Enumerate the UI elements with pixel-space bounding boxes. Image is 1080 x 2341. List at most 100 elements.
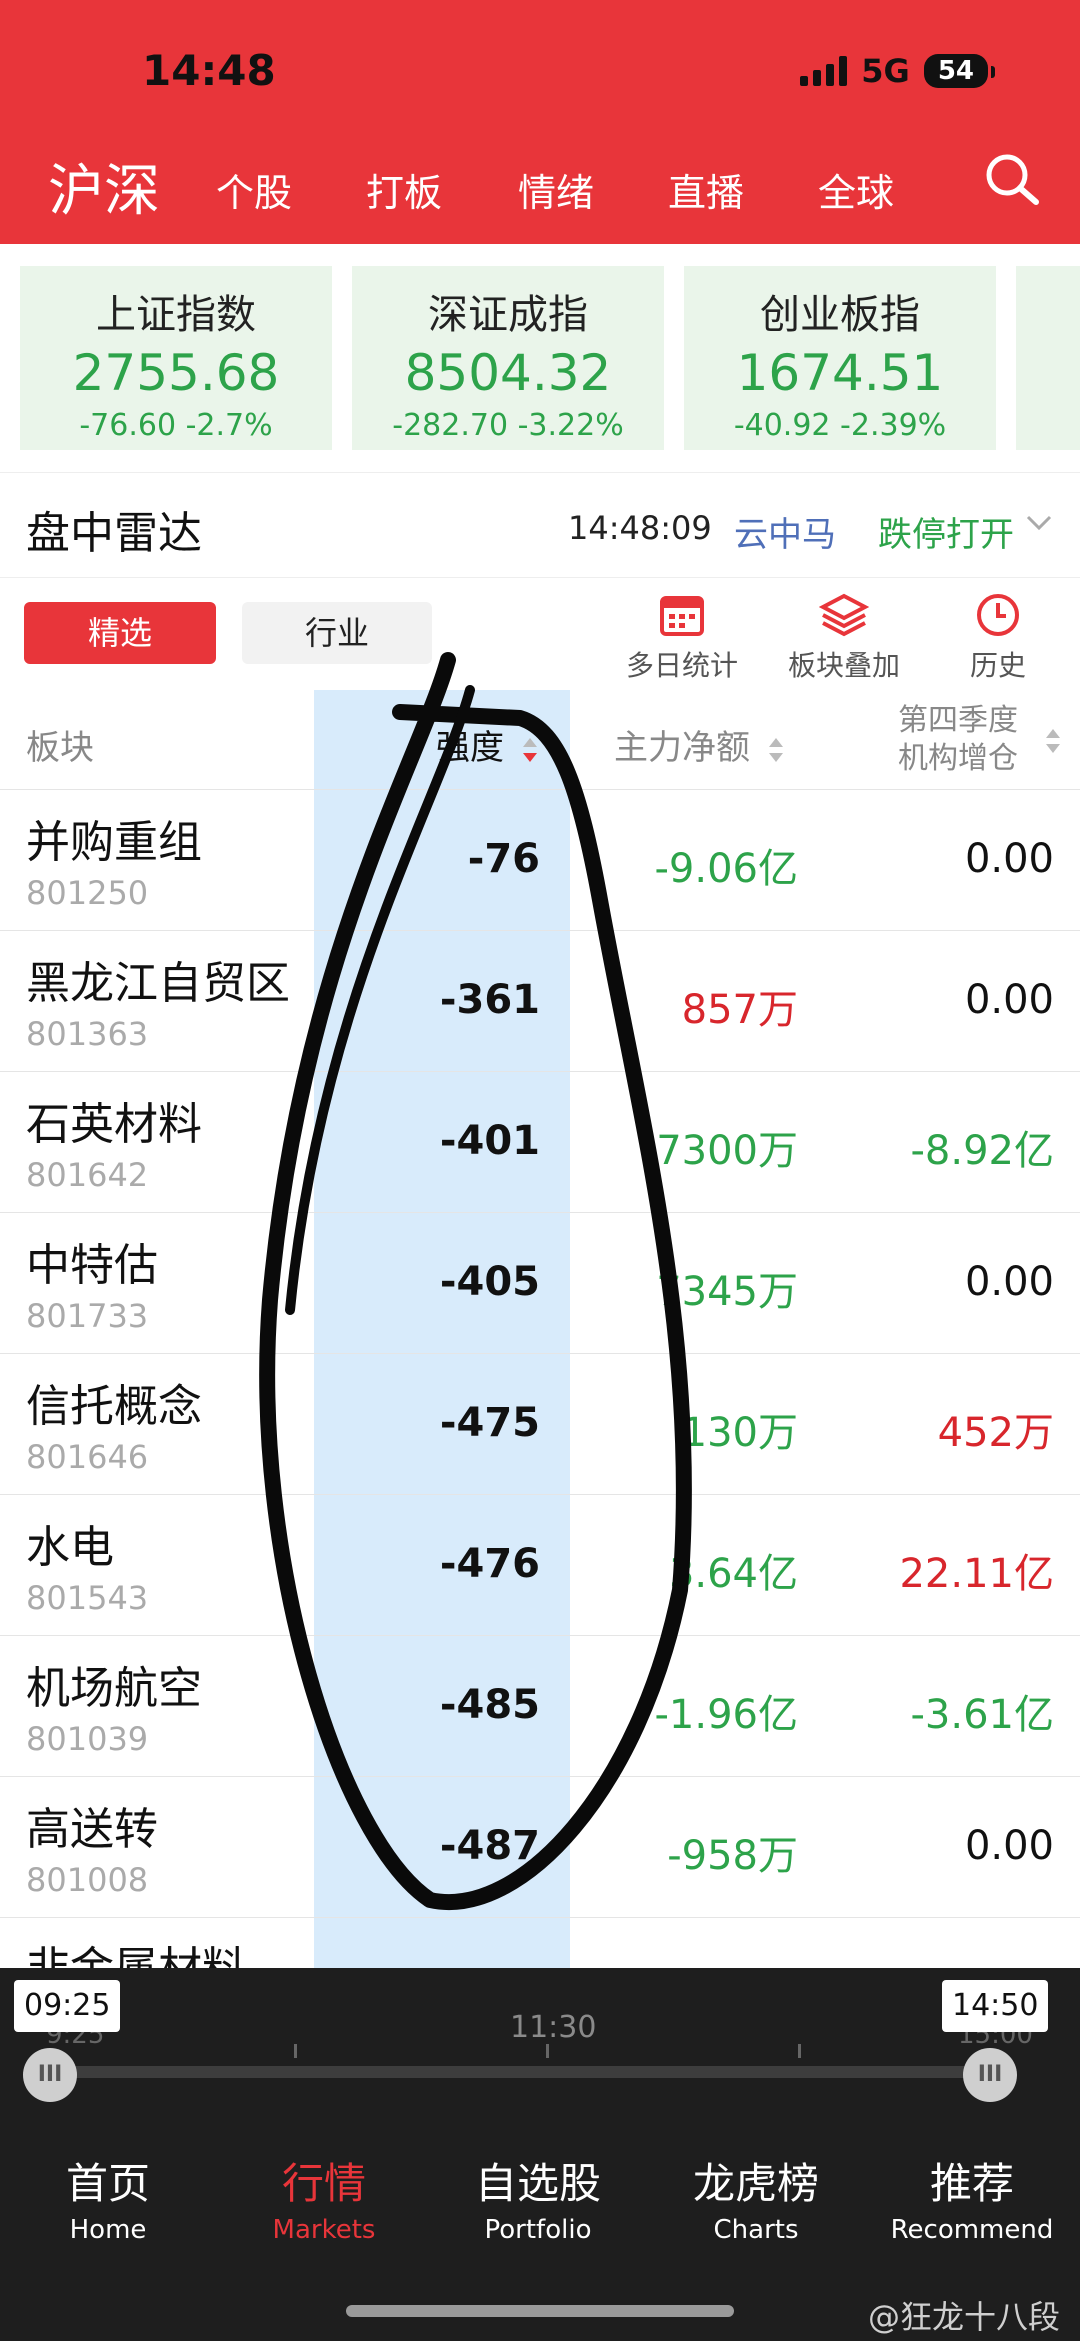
row-sector-name: 高送转 [26,1804,158,1855]
header-q4-institutional[interactable]: 第四季度 机构增仓 [898,702,1018,778]
row-sector-name: 水电 [26,1522,114,1573]
bottom-nav-label: 推荐 [929,2159,1014,2208]
table-row[interactable]: 中特估 801733 -405 7345万 0.00 [0,1213,1080,1354]
bottom-nav-sublabel: Recommend [890,2215,1054,2245]
bottom-nav-sublabel: Home [69,2215,147,2245]
radar-title: 盘中雷达 [26,508,202,559]
timeline-mid-label: 11:30 [510,2010,597,2045]
signal-icon [800,56,848,86]
status-indicators: 5G 54 [800,52,996,90]
multi-day-stats-button[interactable]: 多日统计 [626,592,738,684]
row-q4-change: -3.61亿 [910,1692,1055,1738]
row-strength: -76 [467,836,540,882]
timeline-start-handle[interactable]: III [23,2048,77,2102]
battery-indicator: 54 [923,54,996,88]
table-row[interactable]: 信托概念 801646 -475 130万 452万 [0,1354,1080,1495]
radar-source-link[interactable]: 云中马 [734,507,836,556]
tool-label: 板块叠加 [788,649,901,682]
bottom-nav-recommend[interactable]: 推荐 Recommend [882,2150,1062,2245]
row-q4-change: 22.11亿 [899,1551,1054,1597]
row-strength: -476 [439,1541,540,1587]
table-row[interactable]: 机场航空 801039 -485 -1.96亿 -3.61亿 [0,1636,1080,1777]
history-button[interactable]: 历史 [970,592,1026,684]
table-header: 板块 强度 主力净额 第四季度 机构增仓 [0,690,1080,790]
row-strength: -487 [439,1823,540,1869]
index-name: 创业板指 [760,292,920,338]
time-slider[interactable]: 9:25 15:00 11:30 09:25 14:50 III III [0,1968,1080,2106]
row-strength: -485 [439,1682,540,1728]
nav-tab-live[interactable]: 直播 [668,162,744,217]
index-change: -282.70 -3.22% [392,408,624,443]
row-sector-code: 801543 [26,1579,149,1617]
index-cards: 上证指数 2755.68 -76.60 -2.7% 深证成指 8504.32 -… [0,244,1080,472]
sort-desc-icon [522,737,537,762]
bottom-nav-sublabel: Charts [713,2215,799,2245]
nav-tab-limitup[interactable]: 打板 [366,162,442,217]
row-net-flow: -7300万 [641,1128,798,1174]
radar-header: 盘中雷达 14:48:09 云中马 跌停打开 [0,472,1080,578]
header-strength[interactable]: 强度 [436,720,539,769]
radar-filter-dropdown[interactable]: 跌停打开 [878,507,1014,556]
market-nav: 沪深 个股 打板 情绪 直播 全球 [0,140,1080,224]
row-sector-code: 801733 [26,1297,149,1335]
index-card-shenzhen[interactable]: 深证成指 8504.32 -282.70 -3.22% [352,266,664,450]
bottom-nav-markets[interactable]: 行情 Markets [234,2150,414,2245]
row-q4-change: -8.92亿 [910,1128,1055,1174]
row-net-flow: 3.64亿 [668,1551,798,1597]
bottom-nav-home[interactable]: 首页 Home [18,2150,198,2245]
top-header: 14:48 5G 54 沪深 个股 打板 情绪 直播 全球 [0,0,1080,244]
index-card-partial[interactable] [1016,266,1080,450]
sector-overlay-button[interactable]: 板块叠加 [788,592,900,684]
header-net-flow[interactable]: 主力净额 [614,720,785,769]
bottom-nav-label: 自选股 [474,2159,601,2208]
index-value: 8504.32 [404,344,612,402]
filter-bar: 精选 行业 多日统计 板块叠加 历史 [0,578,1080,690]
network-type: 5G [861,52,910,90]
row-q4-change: 0.00 [964,977,1054,1023]
header-q4-line2: 机构增仓 [898,741,1018,776]
table-row[interactable]: 并购重组 801250 -76 -9.06亿 0.00 [0,790,1080,931]
chevron-down-icon[interactable] [1024,507,1054,537]
row-net-flow: -9.06亿 [654,846,799,892]
index-value: 2755.68 [72,344,280,402]
radar-time: 14:48:09 [568,509,712,547]
tab-featured[interactable]: 精选 [24,602,216,664]
bottom-nav-sublabel: Markets [272,2215,376,2245]
bottom-nav-label: 行情 [281,2159,366,2208]
table-row[interactable]: 黑龙江自贸区 801363 -361 857万 0.00 [0,931,1080,1072]
index-name: 深证成指 [428,292,588,338]
row-net-flow: 130万 [681,1410,798,1456]
table-row[interactable]: 高送转 801008 -487 -958万 0.00 [0,1777,1080,1918]
timeline-end-handle[interactable]: III [963,2048,1017,2102]
index-change: -40.92 -2.39% [733,408,947,443]
bottom-nav-label: 龙虎榜 [692,2159,819,2208]
timeline-start-label: 09:25 [14,1980,121,2032]
timeline-tick [294,2044,297,2058]
header-sector: 板块 [26,728,94,768]
nav-tab-stock[interactable]: 个股 [216,162,292,217]
row-sector-code: 801008 [26,1861,149,1899]
bottom-nav-portfolio[interactable]: 自选股 Portfolio [448,2150,628,2245]
bottom-nav-charts[interactable]: 龙虎榜 Charts [666,2150,846,2245]
table-row-partial[interactable]: 非金属材料 [0,1918,1080,1968]
header-strength-label: 强度 [436,728,504,768]
timeline-tick [798,2044,801,2058]
index-card-shanghai[interactable]: 上证指数 2755.68 -76.60 -2.7% [20,266,332,450]
search-icon[interactable] [982,150,1042,210]
row-sector-name: 石英材料 [26,1099,202,1150]
table-row[interactable]: 水电 801543 -476 3.64亿 22.11亿 [0,1495,1080,1636]
nav-tab-global[interactable]: 全球 [818,162,894,217]
tab-industry[interactable]: 行业 [242,602,432,664]
header-q4-line1: 第四季度 [898,703,1018,738]
row-net-flow: -1.96亿 [654,1692,799,1738]
row-sector-name: 黑龙江自贸区 [26,958,290,1009]
table-row[interactable]: 石英材料 801642 -401 -7300万 -8.92亿 [0,1072,1080,1213]
nav-tab-sentiment[interactable]: 情绪 [518,162,594,217]
index-card-chinext[interactable]: 创业板指 1674.51 -40.92 -2.39% [684,266,996,450]
nav-tab-hushen[interactable]: 沪深 [48,146,160,227]
row-net-flow: 7345万 [656,1269,798,1315]
sort-icon [768,737,783,762]
index-name: 上证指数 [96,292,256,338]
row-q4-change: 0.00 [964,1259,1054,1305]
timeline-track[interactable] [50,2066,990,2078]
